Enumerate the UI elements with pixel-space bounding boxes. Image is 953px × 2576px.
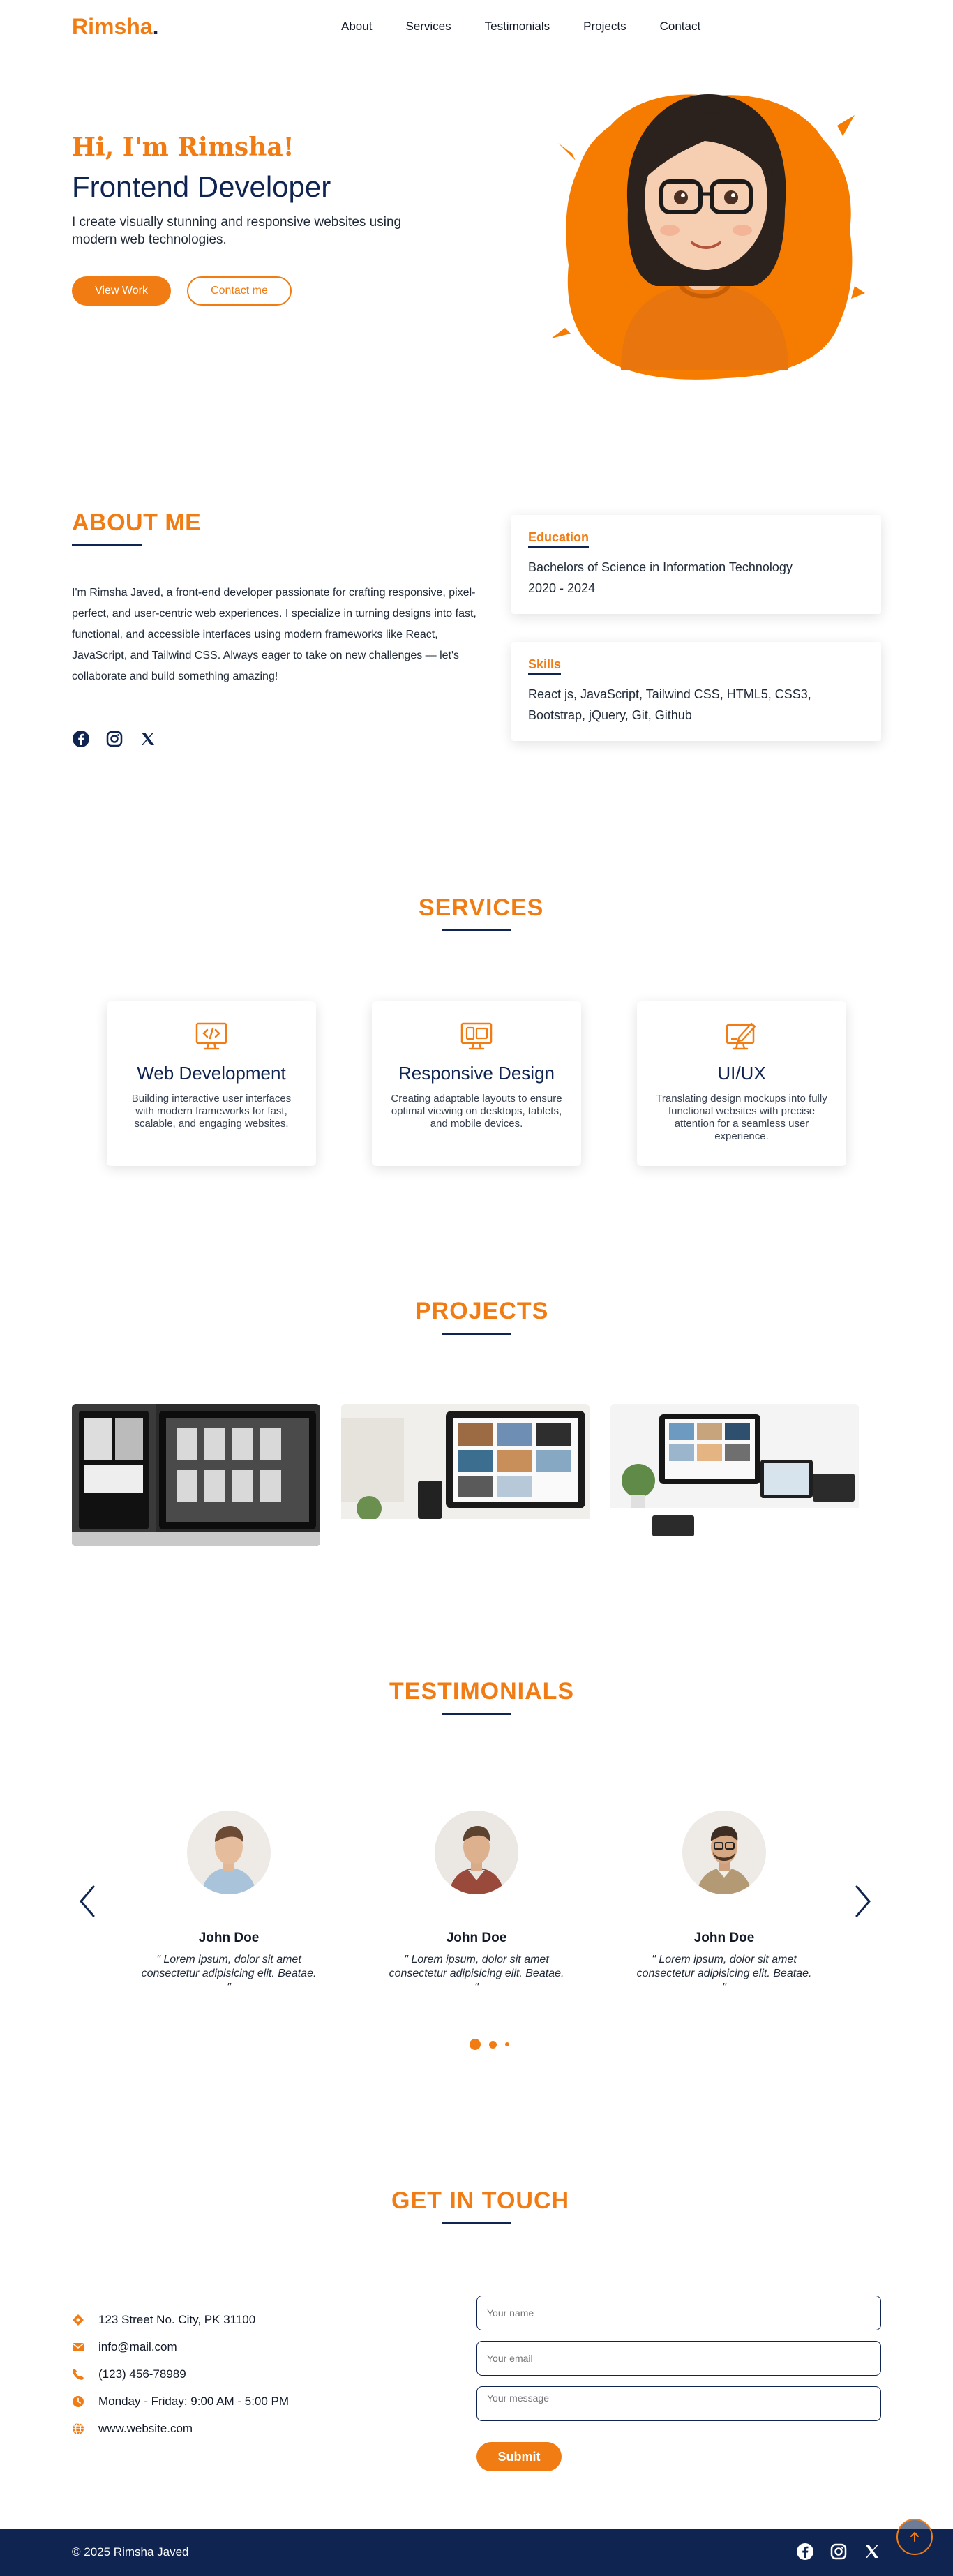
- testimonial-name: John Doe: [693, 1931, 755, 1945]
- education-heading: Education: [528, 530, 590, 548]
- carousel-dot-active[interactable]: [470, 2039, 481, 2050]
- education-years: 2020 - 2024: [528, 581, 596, 595]
- logo[interactable]: Rimsha.: [72, 14, 158, 40]
- hero-greeting: Hi, I'm Rimsha!: [72, 133, 294, 162]
- contact-phone-row: (123) 456-78989: [72, 2360, 289, 2388]
- about-text: I'm Rimsha Javed, a front-end developer …: [72, 587, 476, 682]
- location-icon: [72, 2314, 84, 2326]
- skills-card: Skills React js, JavaScript, Tailwind CS…: [511, 642, 881, 741]
- back-to-top-button[interactable]: [896, 2519, 933, 2555]
- carousel-dot[interactable]: [505, 2042, 509, 2046]
- testimonial-quote: " Lorem ipsum, dolor sit amet consectetu…: [636, 1954, 812, 1993]
- contact-info-list: 123 Street No. City, PK 31100 info@mail.…: [72, 2306, 289, 2442]
- about-title-underline: [72, 544, 142, 546]
- service-card-ui-ux: UI/UX Translating design mockups into fu…: [637, 1001, 846, 1166]
- message-textarea[interactable]: [476, 2386, 881, 2421]
- testimonial-name: John Doe: [198, 1931, 260, 1945]
- carousel-prev-arrow[interactable]: [77, 1884, 98, 1919]
- contact-address: 123 Street No. City, PK 31100: [98, 2312, 256, 2326]
- instagram-icon[interactable]: [105, 730, 123, 748]
- nav-projects[interactable]: Projects: [583, 20, 626, 33]
- education-degree: Bachelors of Science in Information Tech…: [528, 560, 793, 574]
- site-footer: © 2025 Rimsha Javed: [0, 2529, 953, 2576]
- carousel-dot[interactable]: [489, 2040, 497, 2049]
- x-twitter-icon[interactable]: [863, 2543, 881, 2561]
- education-card: Education Bachelors of Science in Inform…: [511, 515, 881, 614]
- project-image-2[interactable]: [341, 1404, 590, 1546]
- code-monitor-icon: [195, 1019, 228, 1053]
- testimonials-title: TESTIMONIALS: [389, 1678, 575, 1705]
- arrow-up-icon: [910, 2532, 919, 2542]
- contact-title-underline: [442, 2222, 511, 2224]
- testimonial-card: John Doe " Lorem ipsum, dolor sit amet c…: [138, 1811, 320, 1995]
- service-title: Responsive Design: [398, 1063, 555, 1084]
- service-card-web-development: Web Development Building interactive use…: [107, 1001, 316, 1166]
- name-input[interactable]: [476, 2296, 881, 2330]
- testimonials-title-underline: [442, 1713, 511, 1715]
- footer-social-links: [796, 2543, 881, 2561]
- copyright-text: © 2025 Rimsha Javed: [72, 2545, 189, 2559]
- nav-testimonials[interactable]: Testimonials: [485, 20, 550, 33]
- testimonial-quote: " Lorem ipsum, dolor sit amet consectetu…: [141, 1954, 317, 1993]
- site-header: Rimsha. About Services Testimonials Proj…: [0, 0, 953, 56]
- project-image-3[interactable]: [610, 1404, 859, 1546]
- carousel-dots: [470, 2039, 509, 2050]
- services-title: SERVICES: [419, 894, 544, 921]
- contact-phone[interactable]: (123) 456-78989: [98, 2367, 186, 2381]
- hero-role: Frontend Developer: [72, 170, 331, 203]
- service-text: Translating design mockups into fully fu…: [656, 1093, 827, 1142]
- contact-hours-row: Monday - Friday: 9:00 AM - 5:00 PM: [72, 2388, 289, 2415]
- contact-website[interactable]: www.website.com: [98, 2422, 193, 2436]
- hero-description: I create visually stunning and responsiv…: [72, 215, 402, 247]
- design-monitor-icon: [725, 1019, 758, 1053]
- contact-hours: Monday - Friday: 9:00 AM - 5:00 PM: [98, 2394, 290, 2408]
- phone-icon: [72, 2368, 84, 2381]
- main-nav: About Services Testimonials Projects Con…: [341, 20, 734, 33]
- contact-title: GET IN TOUCH: [391, 2187, 570, 2214]
- skills-list: React js, JavaScript, Tailwind CSS, HTML…: [528, 687, 811, 722]
- avatar: [682, 1811, 766, 1894]
- hero-avatar: [544, 77, 865, 384]
- view-work-button[interactable]: View Work: [72, 276, 171, 306]
- x-twitter-icon[interactable]: [139, 730, 157, 748]
- service-text: Creating adaptable layouts to ensure opt…: [391, 1093, 562, 1130]
- carousel-next-arrow[interactable]: [853, 1884, 873, 1919]
- contact-address-row: 123 Street No. City, PK 31100: [72, 2306, 289, 2333]
- testimonial-card: John Doe " Lorem ipsum, dolor sit amet c…: [386, 1811, 567, 1995]
- service-title: UI/UX: [717, 1063, 766, 1084]
- avatar: [435, 1811, 518, 1894]
- email-input[interactable]: [476, 2341, 881, 2376]
- contact-email-row: info@mail.com: [72, 2333, 289, 2360]
- facebook-icon[interactable]: [72, 730, 90, 748]
- nav-about[interactable]: About: [341, 20, 372, 33]
- submit-button[interactable]: Submit: [476, 2442, 562, 2471]
- responsive-devices-icon: [460, 1019, 493, 1053]
- globe-icon: [72, 2422, 84, 2435]
- skills-heading: Skills: [528, 657, 562, 675]
- nav-contact[interactable]: Contact: [660, 20, 701, 33]
- services-title-underline: [442, 929, 511, 931]
- testimonial-card: John Doe " Lorem ipsum, dolor sit amet c…: [633, 1811, 815, 1995]
- contact-website-row: www.website.com: [72, 2415, 289, 2442]
- facebook-icon[interactable]: [796, 2543, 814, 2561]
- project-image-1[interactable]: [72, 1404, 320, 1546]
- avatar: [187, 1811, 271, 1894]
- contact-email[interactable]: info@mail.com: [98, 2340, 177, 2354]
- projects-title-underline: [442, 1333, 511, 1335]
- contact-me-button[interactable]: Contact me: [187, 276, 292, 306]
- nav-services[interactable]: Services: [405, 20, 451, 33]
- service-text: Building interactive user interfaces wit…: [131, 1093, 292, 1130]
- testimonial-name: John Doe: [446, 1931, 507, 1945]
- service-title: Web Development: [137, 1063, 286, 1084]
- about-social-links: [72, 730, 157, 748]
- instagram-icon[interactable]: [830, 2543, 848, 2561]
- service-card-responsive-design: Responsive Design Creating adaptable lay…: [372, 1001, 581, 1166]
- clock-icon: [72, 2395, 84, 2408]
- testimonial-quote: " Lorem ipsum, dolor sit amet consectetu…: [389, 1954, 564, 1993]
- envelope-icon: [72, 2341, 84, 2353]
- projects-title: PROJECTS: [415, 1298, 549, 1324]
- about-title: ABOUT ME: [72, 509, 202, 536]
